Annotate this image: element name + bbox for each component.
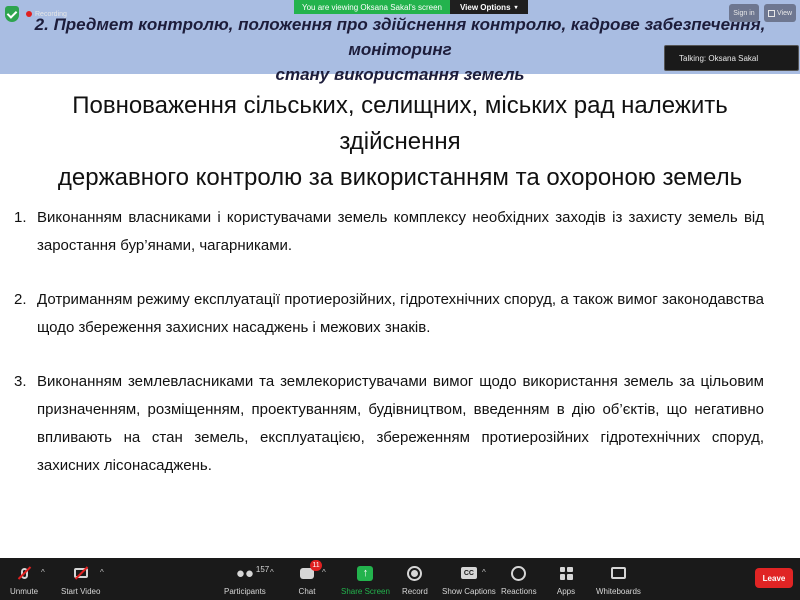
video-options-chevron-icon[interactable]: ^ <box>100 568 104 577</box>
participants-options-chevron-icon[interactable]: ^ <box>270 568 274 577</box>
list-item-number: 1. <box>14 209 27 226</box>
sign-in-label: Sign in <box>733 9 755 17</box>
microphone-muted-icon <box>13 562 35 584</box>
start-video-label: Start Video <box>61 587 101 596</box>
chat-icon: 11 <box>296 560 322 584</box>
show-captions-label: Show Captions <box>442 587 496 596</box>
sign-in-button[interactable]: Sign in <box>729 4 759 22</box>
grid-view-icon <box>767 9 775 17</box>
record-button[interactable]: Record <box>402 562 428 596</box>
slide-list: 1. Виконанням власниками і користувачами… <box>14 204 764 506</box>
recording-indicator[interactable]: Recording <box>26 7 67 21</box>
view-options-label: View Options <box>459 2 511 12</box>
apps-button[interactable]: Apps <box>555 562 577 596</box>
audio-options-chevron-icon[interactable]: ^ <box>41 568 45 577</box>
view-label: View <box>776 9 793 17</box>
whiteboard-icon <box>607 562 629 584</box>
chat-button[interactable]: 11 Chat <box>296 560 322 596</box>
record-label: Record <box>402 587 428 596</box>
start-video-button[interactable]: Start Video <box>61 562 100 596</box>
list-item-text: Виконанням землевласниками та землекорис… <box>37 373 764 474</box>
share-screen-icon: ↑ <box>354 562 376 584</box>
share-screen-label: Share Screen <box>341 587 390 596</box>
list-item-text: Дотриманням режиму експлуатації протиеро… <box>37 291 764 336</box>
talking-label: Talking: Oksana Sakal <box>679 53 759 63</box>
slide-heading-line-2: державного контролю за використанням та … <box>57 164 743 191</box>
unmute-label: Unmute <box>10 587 39 596</box>
whiteboards-button[interactable]: Whiteboards <box>596 562 641 596</box>
unmute-button[interactable]: Unmute <box>10 562 38 596</box>
slide-heading: Повноваження сільських, селищних, міськи… <box>40 88 760 196</box>
meeting-toolbar: Unmute ^ Start Video ^ ●● 157 Participan… <box>0 558 800 600</box>
list-item-number: 2. <box>14 291 27 308</box>
list-item-text: Виконанням власниками і користувачами зе… <box>37 209 764 254</box>
share-screen-button[interactable]: ↑ Share Screen <box>341 562 390 596</box>
list-item: 3. Виконанням землевласниками та землеко… <box>14 368 764 480</box>
apps-icon <box>555 562 577 584</box>
viewing-banner: You are viewing Oksana Sakal's screen Vi… <box>294 0 528 14</box>
reactions-label: Reactions <box>501 587 537 596</box>
participants-button[interactable]: ●● 157 Participants <box>224 562 270 597</box>
viewing-text: You are viewing Oksana Sakal's screen <box>294 0 450 14</box>
whiteboards-label: Whiteboards <box>596 587 641 596</box>
slide-heading-line-1: Повноваження сільських, селищних, міськи… <box>72 92 728 155</box>
apps-label: Apps <box>556 587 576 596</box>
show-captions-button[interactable]: CC Show Captions <box>442 562 496 596</box>
video-off-icon <box>70 562 92 584</box>
chat-options-chevron-icon[interactable]: ^ <box>322 568 326 577</box>
record-icon <box>404 562 426 584</box>
list-item-number: 3. <box>14 373 27 390</box>
list-item: 1. Виконанням власниками і користувачами… <box>14 204 764 260</box>
participants-icon: ●● 157 <box>235 564 270 582</box>
recording-label: Recording <box>35 10 67 18</box>
leave-label: Leave <box>762 573 786 583</box>
chat-label: Chat <box>298 587 316 596</box>
participants-count: 157 <box>255 565 270 574</box>
cc-text: CC <box>460 567 477 579</box>
chat-badge: 11 <box>310 560 322 571</box>
reactions-icon <box>508 562 530 584</box>
active-speaker-tile[interactable]: Talking: Oksana Sakal <box>664 45 799 71</box>
leave-button[interactable]: Leave <box>755 568 793 588</box>
recording-dot-icon <box>26 11 32 17</box>
participants-label: Participants <box>224 587 266 596</box>
captions-icon: CC <box>458 562 480 584</box>
captions-options-chevron-icon[interactable]: ^ <box>482 568 486 577</box>
reactions-button[interactable]: Reactions <box>501 562 537 596</box>
list-item: 2. Дотриманням режиму експлуатації проти… <box>14 286 764 342</box>
view-options-button[interactable]: View Options ▾ <box>449 0 528 14</box>
chevron-down-icon: ▾ <box>514 4 518 11</box>
view-button[interactable]: View <box>764 4 796 22</box>
shield-check-icon[interactable] <box>5 6 19 22</box>
